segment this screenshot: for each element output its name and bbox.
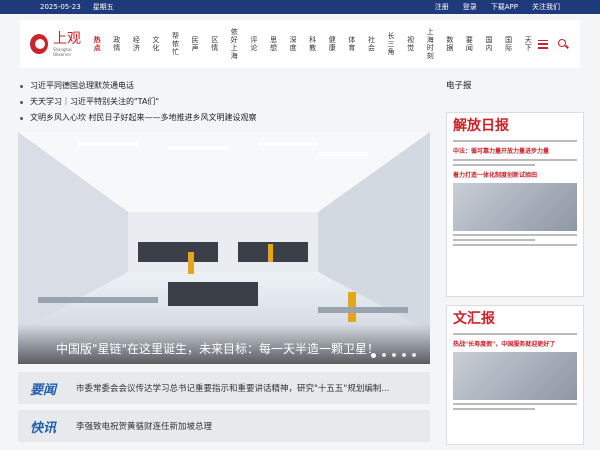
nav-item[interactable]: 思想 (264, 24, 284, 64)
date-text: 2025-05-23 (40, 3, 81, 11)
nav-item[interactable]: 经济 (127, 24, 147, 64)
nav-item[interactable]: 上海时刻 (420, 24, 440, 64)
paper-headline: 中法：循可靠力量开放力量进步力量 (453, 148, 550, 155)
paper-headline: 热战"长寿度假"，中国服务就迎更好了 (453, 341, 556, 348)
kuaixun-badge: 快讯 (29, 420, 56, 436)
carousel-dot[interactable] (371, 353, 376, 358)
site-logo[interactable]: 上观 Shanghai Observer (20, 30, 87, 57)
logo-icon (30, 34, 48, 54)
register-link[interactable]: 注册 (435, 2, 449, 12)
headline-list-area: 习近平同德国总理默茨通电话 天天学习｜习近平特别关注的"TA们" 文明乡风入心坎… (18, 78, 430, 126)
follow-us-link[interactable]: 关注我们 (532, 2, 560, 12)
top-bar: 2025-05-23 星期五 注册 登录 下载APP 关注我们 (0, 0, 600, 14)
nav-item[interactable]: 长三角 (381, 24, 401, 64)
epaper-sidebar: 电子报 (446, 78, 584, 94)
headline-item[interactable]: 习近平同德国总理默茨通电话 (18, 78, 430, 94)
login-link[interactable]: 登录 (463, 2, 477, 12)
yaowen-badge: 要闻 (29, 382, 56, 398)
nav-item[interactable]: 国际 (499, 24, 519, 64)
download-app-link[interactable]: 下载APP (491, 2, 518, 12)
nav-item[interactable]: 要闻 (460, 24, 480, 64)
nav-item[interactable]: 热点 (87, 24, 107, 64)
search-icon[interactable] (558, 39, 568, 49)
nav-item[interactable]: 数据 (440, 24, 460, 64)
weekday-text: 星期五 (92, 3, 114, 11)
carousel-dot[interactable] (412, 353, 416, 357)
nav-item[interactable]: 政情 (107, 24, 127, 64)
menu-icon[interactable] (538, 39, 548, 49)
epaper-wenhui[interactable]: 文汇报 热战"长寿度假"，中国服务就迎更好了 (446, 305, 584, 445)
nav-item[interactable]: 健康 (322, 24, 342, 64)
hero-caption: 中国版"星链"在这里诞生，未来目标：每一天半造一颗卫星！ (18, 324, 430, 364)
paper-masthead: 解放日报 (453, 118, 509, 134)
news-card-text: 市委常委会会议传达学习总书记重要指示和重要讲话精神，研究"十五五"规划编制... (76, 384, 390, 394)
nav-item[interactable]: 深度 (283, 24, 303, 64)
carousel-dots (371, 353, 416, 358)
channel-nav: 热点 政情 经济 文化 帮侬忙 民声 区情 侬好上海 评论 思想 深度 科教 健康 体育 社会 长三角 视觉 上海… (87, 20, 538, 68)
nav-item[interactable]: 文化 (146, 24, 166, 64)
hero-carousel[interactable]: 中国版"星链"在这里诞生，未来目标：每一天半造一颗卫星！ (18, 132, 430, 364)
epaper-jiefang[interactable]: 解放日报 中法：循可靠力量开放力量进步力量 着力打造一体化制度创新试验田 (446, 112, 584, 297)
nav-item[interactable]: 帮侬忙 (166, 24, 186, 64)
paper-subheadline: 着力打造一体化制度创新试验田 (453, 172, 538, 179)
paper-photo (453, 352, 577, 400)
paper-masthead: 文汇报 (453, 311, 495, 327)
paper-photo (453, 183, 577, 231)
logo-cn: 上观 (52, 30, 81, 47)
nav-item[interactable]: 国内 (479, 24, 499, 64)
carousel-dot[interactable] (402, 353, 406, 357)
nav-item[interactable]: 体育 (342, 24, 362, 64)
nav-item[interactable]: 视觉 (401, 24, 421, 64)
headline-list: 习近平同德国总理默茨通电话 天天学习｜习近平特别关注的"TA们" 文明乡风入心坎… (18, 78, 430, 126)
logo-en: Shanghai Observer (52, 46, 72, 57)
headline-item[interactable]: 天天学习｜习近平特别关注的"TA们" (18, 94, 430, 110)
carousel-dot[interactable] (392, 353, 396, 357)
nav-item[interactable]: 评论 (244, 24, 264, 64)
nav-item[interactable]: 天下 (518, 24, 538, 64)
news-card[interactable]: 快讯 李强致电祝贺黄循财连任新加坡总理 (18, 410, 430, 442)
nav-item[interactable]: 侬好上海 (225, 24, 245, 64)
nav-item[interactable]: 社会 (362, 24, 382, 64)
headline-item[interactable]: 文明乡风入心坎 村民日子好起来——多地推进乡风文明建设观察 (18, 110, 430, 126)
news-card-text: 李强致电祝贺黄循财连任新加坡总理 (76, 422, 213, 432)
news-card[interactable]: 要闻 市委常委会会议传达学习总书记重要指示和重要讲话精神，研究"十五五"规划编制… (18, 372, 430, 404)
nav-item[interactable]: 民声 (185, 24, 205, 64)
nav-item[interactable]: 科教 (303, 24, 323, 64)
main-header: 上观 Shanghai Observer 热点 政情 经济 文化 帮侬忙 民声 区情 侬好上海… (20, 20, 580, 68)
carousel-dot[interactable] (382, 353, 386, 357)
epaper-title: 电子报 (446, 81, 472, 91)
top-links: 注册 登录 下载APP 关注我们 (435, 2, 560, 12)
nav-item[interactable]: 区情 (205, 24, 225, 64)
